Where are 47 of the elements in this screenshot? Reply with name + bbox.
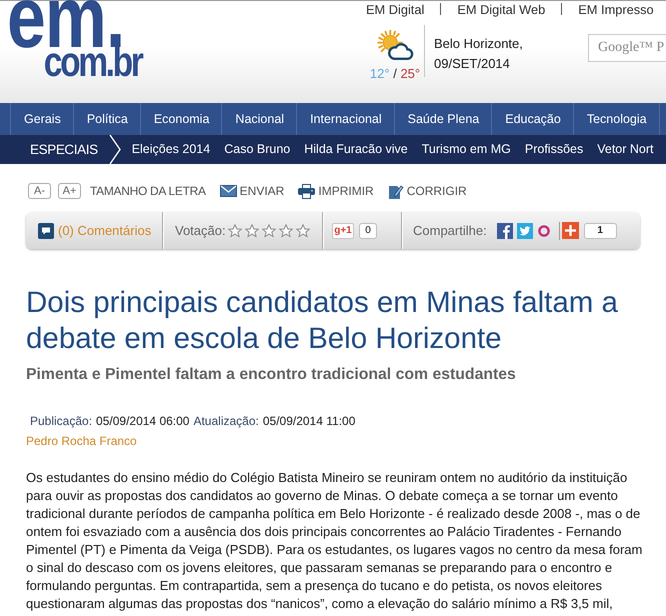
star-icon[interactable] [244, 224, 259, 238]
plus-one-count: 0 [359, 222, 377, 238]
star-rating[interactable] [228, 224, 310, 238]
specials-link[interactable]: Eleições 2014 [124, 135, 218, 164]
specials-link[interactable]: Turismo em MG [414, 135, 518, 164]
plus-icon[interactable] [562, 222, 579, 239]
font-increase-button[interactable]: A+ [58, 183, 81, 199]
header-link[interactable]: EM Impresso [578, 2, 654, 16]
pencil-document-icon [388, 183, 404, 199]
star-icon[interactable] [262, 224, 276, 238]
plus-one-button[interactable]: g+1 [332, 222, 354, 238]
rating-label: Votação: [175, 223, 226, 238]
specials-label: ESPECIAIS [30, 142, 98, 157]
specials-link[interactable]: Caso Bruno [217, 135, 298, 164]
facebook-icon[interactable] [496, 222, 513, 238]
correct-button[interactable]: CORRIGIR [388, 183, 467, 199]
published-date: 05/09/2014 06:00 [96, 413, 190, 429]
updated-label: Atualização: [193, 413, 259, 429]
star-icon[interactable] [228, 224, 242, 238]
header-link[interactable]: EM Digital [366, 2, 424, 16]
star-icon[interactable] [278, 224, 293, 238]
temperature-range: 12° / 25° [370, 66, 420, 82]
search-field[interactable]: Google™ P [588, 34, 666, 62]
sun-cloud-icon [376, 30, 414, 61]
article-body: Os estudantes do ensino médio do Colégio Batista Mineiro se reuniram ontem no auditório da instituição para ouvir as propostas dos candidatos ao governo de Minas. O debate começa a se tornar um evento tradicional durante períodos de campanha política em Belo Horizonte - é realizado desde 2008 -, mas o de ontem foi esvaziado com a ausência dos dois principais concorrentes ao Palácio Tiradentes - Fernando Pimentel (PT) e Pimenta da Veiga (PSDB). Para os estudantes, os lugares vagos no centro da mesa foram o sinal do descaso com os jovens eleitores, que passaram semanas se preparando para o encontro e formulando perguntas. Em contrapartida, sem a presença do tucano e do petista, os novos eleitores questionaram algumas das propostas dos “nanicos”, como a elevação do salário mínimo a R$ 3,5 mil, [26, 469, 643, 613]
star-icon[interactable] [296, 224, 310, 238]
city-name: Belo Horizonte, [434, 35, 523, 53]
article-headline: Dois principais candidatos em Minas faltam a debate em escola de Belo Horizonte [26, 285, 619, 357]
speech-bubble-icon [38, 222, 54, 238]
date-text: 09/SET/2014 [434, 55, 511, 73]
specials-link[interactable]: Hilda Furacão vive [297, 135, 415, 164]
envelope-icon [220, 185, 237, 197]
ring-icon[interactable] [538, 224, 550, 236]
published-label: Publicação: [30, 413, 92, 429]
specials-link[interactable]: Vetor Nort [590, 135, 661, 164]
printer-icon [298, 184, 316, 198]
chevron-icon [108, 135, 121, 164]
print-button[interactable]: IMPRIMIR [298, 184, 374, 198]
specials-link[interactable]: Profissões [518, 135, 590, 164]
header-link[interactable]: EM Digital Web [457, 2, 546, 16]
font-size-label: TAMANHO DA LETRA [90, 184, 206, 198]
share-count: 1 [584, 222, 617, 238]
share-label: Compartilhe: [413, 223, 487, 238]
updated-date: 05/09/2014 11:00 [262, 413, 356, 429]
font-decrease-button[interactable]: A- [28, 183, 51, 199]
article-subtitle: Pimenta e Pimentel faltam a encontro tradicional com estudantes [26, 365, 517, 385]
send-button[interactable]: ENVIAR [220, 184, 284, 198]
